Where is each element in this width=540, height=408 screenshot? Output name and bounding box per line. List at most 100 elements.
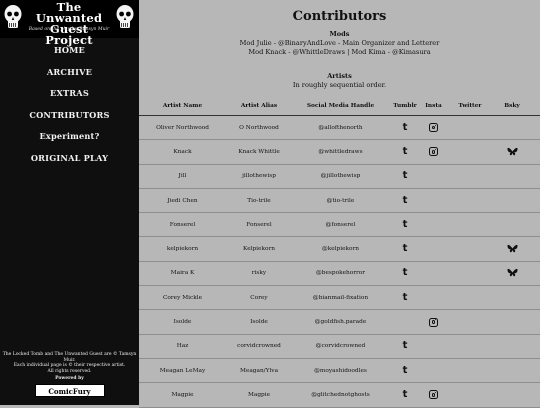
insta-cell xyxy=(421,116,446,139)
nav-archive[interactable]: ARCHIVE xyxy=(0,62,139,84)
site-header[interactable]: The Unwanted Guest Project Based on the … xyxy=(0,0,139,46)
insta-cell xyxy=(421,165,446,188)
tumblr-cell: t xyxy=(389,237,421,260)
bluesky-icon[interactable] xyxy=(506,268,518,278)
bsky-cell xyxy=(494,237,530,260)
insta-cell xyxy=(421,140,446,163)
artist-alias: Fonserel xyxy=(246,221,272,228)
artist-name: Fonserel xyxy=(169,221,196,228)
tumblr-cell: t xyxy=(389,165,421,188)
twitter-cell xyxy=(446,335,494,358)
skull-icon xyxy=(116,5,134,28)
powered-by-label: Powered by xyxy=(55,376,84,382)
artist-name: Jiedi Chen xyxy=(167,197,198,204)
column-header: Twitter xyxy=(458,103,482,109)
artist-alias: Isolde xyxy=(250,319,268,326)
bsky-cell xyxy=(494,359,530,382)
nav-home[interactable]: HOME xyxy=(0,40,139,62)
bluesky-icon[interactable] xyxy=(506,244,518,254)
insta-cell xyxy=(421,286,446,309)
nav-experiment[interactable]: Experiment? xyxy=(0,126,139,148)
artist-name: Meagan LeMay xyxy=(159,367,206,374)
bsky-cell xyxy=(494,262,530,285)
social-handle: @bianmail-fixation xyxy=(312,294,369,301)
column-header: Tumblr xyxy=(393,103,417,109)
table-row: Jill jillothewisp @jillothewisp t xyxy=(139,165,540,189)
artist-name: kelpiekorn xyxy=(166,246,199,253)
tumblr-cell: t xyxy=(389,213,421,236)
bsky-cell xyxy=(494,165,530,188)
bsky-cell xyxy=(494,140,530,163)
tumblr-cell: t xyxy=(389,383,421,406)
nav-extras[interactable]: EXTRAS xyxy=(0,83,139,105)
table-body: Oliver Northwood O Northwood @allofthenort… xyxy=(139,116,540,408)
sidebar-footer: The Locked Tomb and The Unwanted Guest a… xyxy=(0,352,139,397)
tumblr-cell: t xyxy=(389,335,421,358)
social-handle: @tio-trile xyxy=(326,197,355,204)
tumblr-icon[interactable]: t xyxy=(403,268,408,278)
main-content: Contributors Mods Mod Julie - @BinaryAnd… xyxy=(139,0,540,408)
bsky-cell xyxy=(494,189,530,212)
twitter-cell xyxy=(446,310,494,333)
artist-name: Oliver Northwood xyxy=(156,124,209,131)
contributors-table: Artist Name Artist Alias Social Media Ha… xyxy=(139,97,540,408)
tumblr-cell: t xyxy=(389,286,421,309)
twitter-cell xyxy=(446,237,494,260)
artists-heading: Artists xyxy=(327,72,352,80)
artist-alias: jillothewisp xyxy=(242,173,276,180)
powered-by-badge[interactable]: ComicFury xyxy=(34,383,105,397)
bluesky-icon[interactable] xyxy=(506,147,518,157)
artist-alias: Kelpiekorn xyxy=(243,246,275,253)
mods-heading: Mods xyxy=(329,30,350,38)
insta-cell xyxy=(421,335,446,358)
table-row: Fonserel Fonserel @fonserel t xyxy=(139,213,540,238)
tumblr-icon[interactable]: t xyxy=(403,292,408,303)
artist-name: Knack xyxy=(173,148,192,155)
bsky-cell xyxy=(494,116,530,139)
twitter-cell xyxy=(446,262,494,285)
mods-line: Mod Julie - @BinaryAndLove - Main Organi… xyxy=(239,39,440,47)
column-header: Artist Alias xyxy=(240,103,278,109)
table-row: Corey Mickle Corey @bianmail-fixation t xyxy=(139,286,540,311)
table-row: Meagan LeMay Meagan/Ylva @moyashidoodles t xyxy=(139,359,540,384)
social-handle: @jillothewisp xyxy=(320,173,361,180)
artist-alias: Corey xyxy=(250,294,268,301)
twitter-cell xyxy=(446,140,494,163)
artist-name: Isolde xyxy=(173,319,192,326)
artist-alias: Meagan/Ylva xyxy=(239,367,279,374)
twitter-cell xyxy=(446,383,494,406)
tumblr-icon[interactable]: t xyxy=(403,122,408,133)
nav-contributors[interactable]: CONTRIBUTORS xyxy=(0,105,139,127)
nav-original-play[interactable]: ORIGINAL PLAY xyxy=(0,148,139,170)
insta-cell xyxy=(421,359,446,382)
instagram-icon[interactable] xyxy=(429,390,438,400)
artist-alias: Knack Whittle xyxy=(238,148,280,155)
column-header: Artist Name xyxy=(162,103,203,109)
social-handle: @moyashidoodles xyxy=(314,367,367,374)
instagram-icon[interactable] xyxy=(429,123,438,133)
table-row: Magpie Magpie @glitchednotghosts t xyxy=(139,383,540,408)
site-subtitle: Based on the play by Tamsyn Muir xyxy=(28,27,110,32)
tumblr-icon[interactable]: t xyxy=(403,146,408,157)
artist-alias: Magpie xyxy=(247,391,271,398)
tumblr-icon[interactable]: t xyxy=(403,171,408,181)
social-handle: @glitchednotghosts xyxy=(311,391,370,398)
social-handle: @goldfish.parade xyxy=(314,319,367,326)
artist-alias: O Northwood xyxy=(239,124,279,131)
artists-note: In roughly sequential order. xyxy=(292,81,387,89)
tumblr-icon[interactable]: t xyxy=(403,389,408,400)
artist-name: Corey Mickle xyxy=(162,294,203,301)
tumblr-icon[interactable]: t xyxy=(403,244,408,254)
tumblr-icon[interactable]: t xyxy=(403,365,408,376)
tumblr-icon[interactable]: t xyxy=(403,219,408,230)
bsky-cell xyxy=(494,335,530,358)
social-handle: @bespokehorror xyxy=(315,270,366,277)
insta-cell xyxy=(421,237,446,260)
insta-cell xyxy=(421,310,446,333)
twitter-cell xyxy=(446,189,494,212)
tumblr-icon[interactable]: t xyxy=(403,195,408,206)
bsky-cell xyxy=(494,213,530,236)
instagram-icon[interactable] xyxy=(429,317,438,327)
instagram-icon[interactable] xyxy=(429,147,438,157)
tumblr-icon[interactable]: t xyxy=(403,341,408,351)
